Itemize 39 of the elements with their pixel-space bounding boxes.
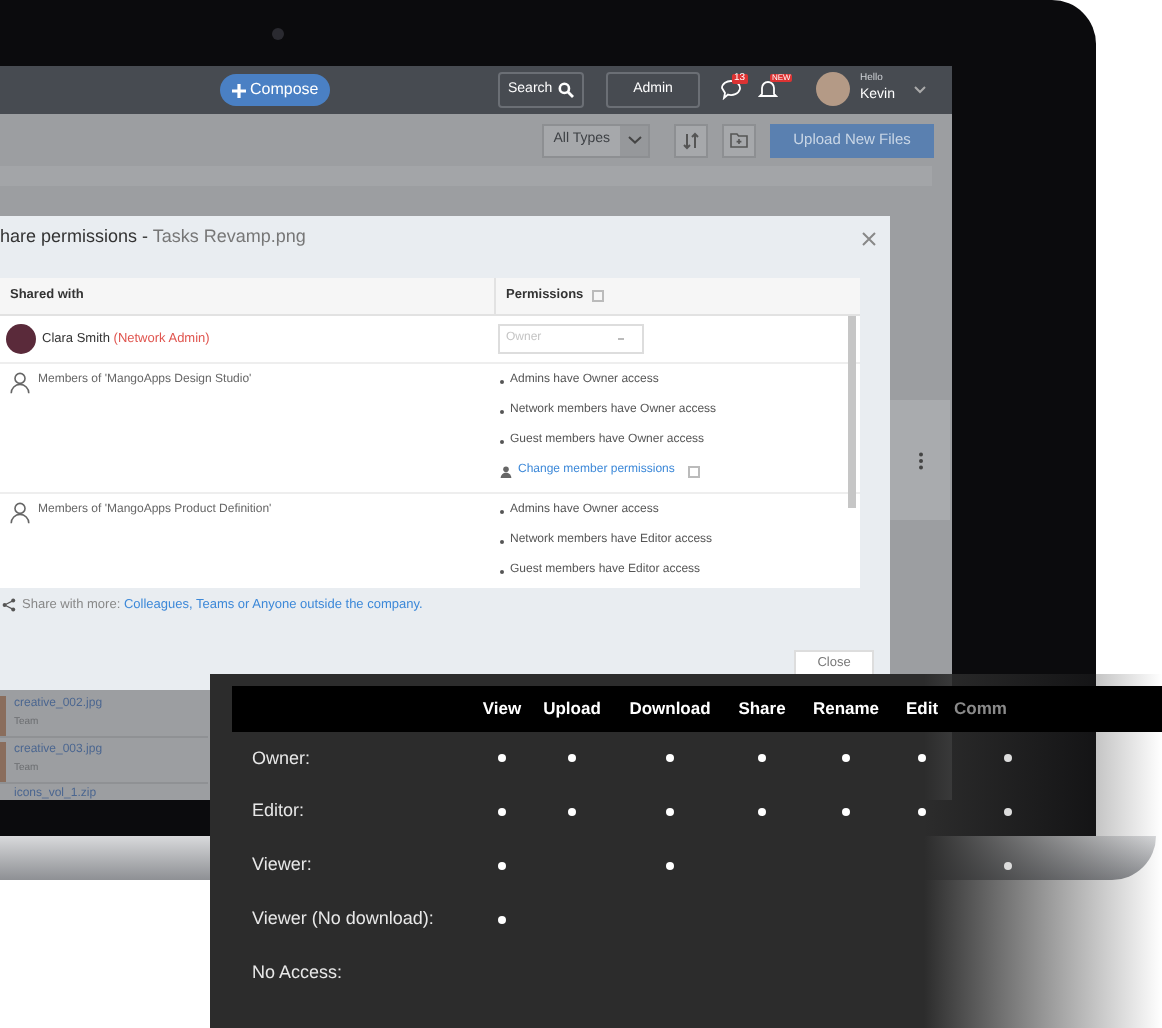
add-folder-button[interactable] (722, 123, 756, 157)
role-label: No Access: (250, 959, 345, 986)
role-label: Viewer: (250, 852, 314, 879)
plus-icon (232, 83, 246, 97)
kebab-menu-icon[interactable] (917, 451, 923, 469)
sort-button[interactable] (674, 123, 708, 157)
folder-icon (730, 132, 748, 148)
info-icon[interactable] (688, 465, 701, 477)
user-icon (10, 502, 30, 524)
sort-icon (682, 131, 700, 149)
role-label: Viewer (No download): (250, 906, 436, 933)
column-header: Rename (810, 696, 882, 722)
chevron-down-icon (627, 136, 641, 144)
bell-icon[interactable] (758, 78, 778, 100)
file-thumbnail (0, 696, 6, 736)
avatar[interactable] (816, 72, 850, 106)
share-icon (2, 598, 16, 613)
column-header: Edit (903, 696, 941, 722)
chevron-down-icon[interactable] (914, 86, 926, 94)
column-header: Share (736, 696, 788, 722)
user-icon (10, 372, 30, 394)
dash-icon (618, 338, 624, 340)
file-thumbnail (0, 742, 6, 782)
search-icon (558, 82, 575, 98)
role-label: Editor: (250, 798, 307, 825)
dialog-title: hare permissions - Tasks Revamp.png (0, 224, 306, 251)
chat-icon[interactable] (720, 78, 742, 100)
column-header: Upload (541, 696, 603, 722)
avatar (6, 324, 36, 354)
user-icon (500, 465, 512, 477)
scrollbar[interactable] (848, 316, 856, 508)
column-header: Download (627, 696, 713, 722)
column-header: Comm (952, 696, 1009, 722)
column-header: View (480, 696, 524, 722)
camera-icon (272, 28, 284, 40)
compose-button[interactable]: Compose (220, 74, 331, 106)
role-label: Owner: (250, 745, 313, 772)
info-icon[interactable] (591, 290, 604, 302)
close-icon[interactable] (862, 231, 876, 245)
